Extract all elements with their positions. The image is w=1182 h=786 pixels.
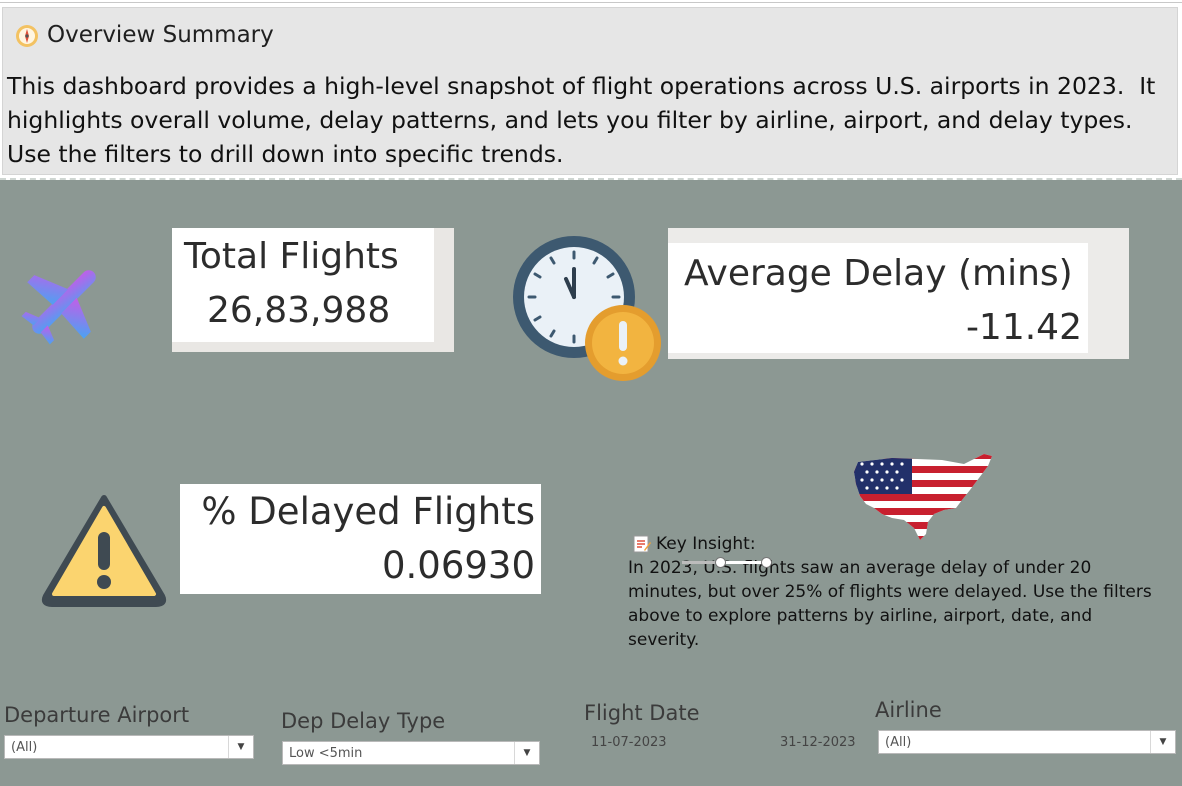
pct-delayed-card: % Delayed Flights 0.06930 [180,484,541,594]
average-delay-label: Average Delay (mins) [684,253,1073,294]
dep-delay-type-label: Dep Delay Type [281,709,446,733]
page-description: This dashboard provides a high-level sna… [7,72,1163,168]
top-border [0,2,1182,3]
airline-label: Airline [875,698,942,722]
average-delay-value: -11.42 [965,307,1082,348]
dep-delay-type-select[interactable]: Low <5min ▼ [282,741,540,765]
overview-header: Overview Summary This dashboard provides… [2,7,1178,175]
clock-alert-icon [513,236,661,381]
flight-date-end-handle[interactable] [761,557,772,568]
chevron-down-icon[interactable]: ▼ [1150,731,1175,753]
memo-icon [633,535,651,553]
chevron-down-icon[interactable]: ▼ [514,742,539,764]
departure-airport-value: (All) [11,740,38,755]
total-flights-label: Total Flights [184,236,399,277]
usa-flag-map-icon [854,454,992,540]
airline-value: (All) [885,735,912,750]
departure-airport-label: Departure Airport [4,703,190,727]
chevron-down-icon[interactable]: ▼ [228,736,253,758]
flight-date-end: 31-12-2023 [780,735,856,750]
departure-airport-select[interactable]: (All) ▼ [4,735,254,759]
average-delay-card: Average Delay (mins) -11.42 [668,228,1129,359]
dep-delay-type-value: Low <5min [289,746,363,761]
key-insight: Key Insight: In 2023, U.S. flights saw a… [628,532,1168,652]
total-flights-card: Total Flights 26,83,988 [172,228,454,352]
pct-delayed-label: % Delayed Flights [201,490,535,533]
flight-date-start-handle[interactable] [715,557,726,568]
airplane-icon [21,270,96,345]
compass-icon [16,25,38,47]
key-insight-title: Key Insight: [656,534,756,554]
flight-date-label: Flight Date [584,701,700,725]
pct-delayed-value: 0.06930 [381,544,535,587]
dashboard-canvas: Total Flights 26,83,988 Average Delay (m… [0,180,1182,786]
flight-date-start: 11-07-2023 [591,735,667,750]
page-title: Overview Summary [47,22,274,48]
airline-select[interactable]: (All) ▼ [878,730,1176,754]
total-flights-value: 26,83,988 [207,290,391,331]
warning-icon [41,495,167,607]
key-insight-text: In 2023, U.S. flights saw an average del… [628,558,1152,650]
